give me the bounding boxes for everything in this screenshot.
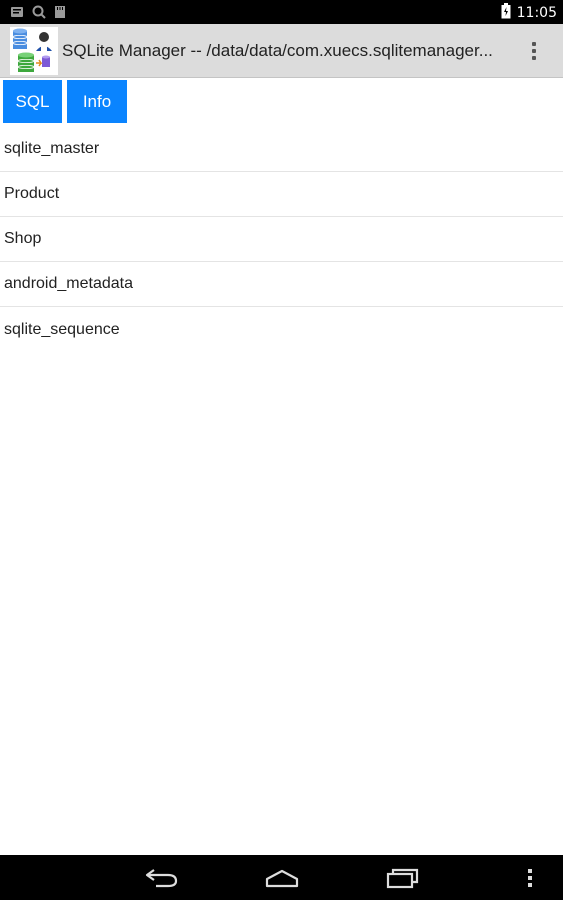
recent-apps-icon[interactable] — [378, 863, 428, 893]
sql-button[interactable]: SQL — [3, 80, 62, 123]
battery-icon — [501, 3, 511, 22]
table-item-sqlite-sequence[interactable]: sqlite_sequence — [0, 307, 563, 352]
status-time: 11:05 — [516, 4, 557, 21]
home-icon[interactable] — [257, 863, 307, 893]
action-bar: SQLite Manager -- /data/data/com.xuecs.s… — [0, 24, 563, 78]
navigation-bar — [0, 855, 563, 900]
info-button[interactable]: Info — [67, 80, 127, 123]
overflow-menu-icon[interactable] — [521, 38, 547, 64]
app-title: SQLite Manager -- /data/data/com.xuecs.s… — [62, 41, 493, 60]
screen: 11:05 SQLite Manager -- /data/data/com.x… — [0, 0, 563, 900]
status-bar: 11:05 — [0, 0, 563, 24]
table-item-product[interactable]: Product — [0, 172, 563, 217]
status-icons-left — [10, 5, 66, 24]
sd-card-icon — [54, 5, 66, 24]
table-item-sqlite-master[interactable]: sqlite_master — [0, 127, 563, 172]
table-item-android-metadata[interactable]: android_metadata — [0, 262, 563, 307]
table-item-shop[interactable]: Shop — [0, 217, 563, 262]
menu-icon[interactable] — [515, 863, 545, 893]
button-row: SQL Info — [3, 80, 127, 123]
search-icon — [32, 5, 46, 24]
status-icons-right: 11:05 — [501, 3, 557, 22]
notification-icon — [10, 5, 24, 24]
sqlite-manager-app-icon[interactable] — [10, 27, 58, 75]
table-list: sqlite_master Product Shop android_metad… — [0, 127, 563, 352]
back-icon[interactable] — [137, 863, 187, 893]
